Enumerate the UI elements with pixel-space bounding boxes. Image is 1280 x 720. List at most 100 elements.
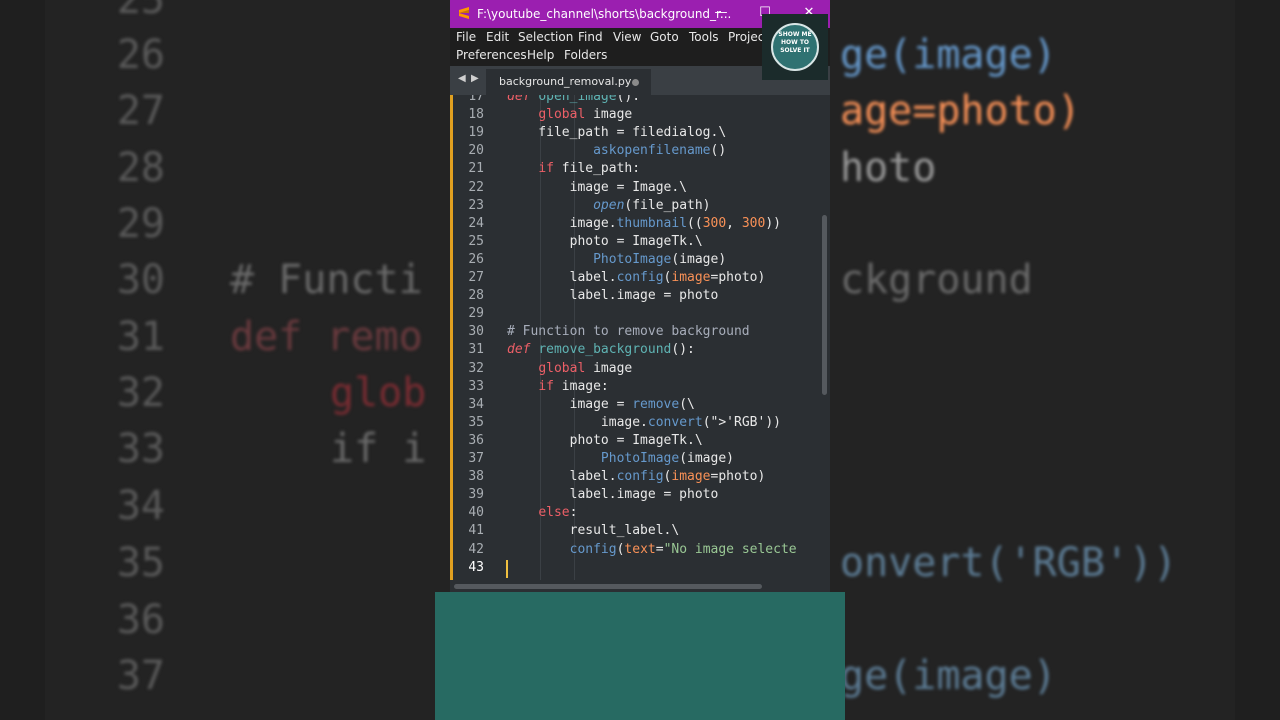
menu-find[interactable]: Find	[578, 30, 603, 44]
code-line[interactable]: 18 global image	[450, 106, 822, 124]
code-text: def open_image():	[507, 95, 641, 104]
bg-line-number: 32	[116, 370, 165, 416]
bg-code-fragment: ge(image)	[840, 32, 1057, 78]
tab-scroll-left-icon[interactable]: ◀	[458, 73, 466, 84]
code-text: if image:	[538, 378, 609, 394]
code-line[interactable]: 28 label.image = photo	[450, 287, 822, 305]
code-line[interactable]: 26 PhotoImage(image)	[450, 251, 822, 269]
code-line[interactable]: 36 photo = ImageTk.\	[450, 432, 822, 450]
bg-code-fragment: def remo	[230, 314, 423, 360]
code-line[interactable]: 25 photo = ImageTk.\	[450, 233, 822, 251]
bg-code-fragment: # Functi	[230, 257, 423, 303]
vertical-scrollbar[interactable]	[822, 215, 827, 395]
menu-preferences[interactable]: Preferences	[456, 48, 527, 62]
bg-line-number: 36	[116, 597, 165, 643]
sublime-window: F:\youtube_channel\shorts\background_r..…	[450, 0, 830, 592]
code-text: image.convert(">'RGB'))	[507, 414, 781, 430]
menu-file[interactable]: File	[456, 30, 476, 44]
line-number: 24	[468, 215, 484, 231]
code-line[interactable]: 30 # Function to remove background	[450, 323, 822, 341]
line-number: 17	[468, 95, 484, 104]
code-line[interactable]: 19 file_path = filedialog.\	[450, 124, 822, 142]
bg-code-fragment: ckground	[840, 257, 1033, 303]
code-line[interactable]: 23 open(file_path)	[450, 197, 822, 215]
code-text: open(file_path)	[593, 197, 711, 213]
code-line[interactable]: 17 def open_image():	[450, 95, 822, 106]
bg-line-number: 27	[116, 88, 165, 134]
menu-help[interactable]: Help	[527, 48, 554, 62]
tab-scroll-right-icon[interactable]: ▶	[471, 73, 479, 84]
menu-view[interactable]: View	[613, 30, 641, 44]
bg-line-number: 28	[116, 145, 165, 191]
code-line[interactable]: 27 label.config(image=photo)	[450, 269, 822, 287]
code-line[interactable]: 34 image = remove(\	[450, 396, 822, 414]
code-text: def remove_background():	[507, 342, 695, 358]
bg-line-number: 30	[116, 257, 165, 303]
code-line[interactable]: 41 result_label.\	[450, 522, 822, 540]
line-number: 36	[468, 432, 484, 448]
code-text: global image	[538, 360, 633, 376]
code-line[interactable]: 29	[450, 305, 822, 323]
code-line[interactable]: 22 image = Image.\	[450, 179, 822, 197]
code-text: label.config(image=photo)	[507, 270, 766, 285]
menu-goto[interactable]: Goto	[650, 30, 679, 44]
code-line[interactable]: 31 def remove_background():	[450, 341, 822, 359]
menu-tools[interactable]: Tools	[689, 30, 719, 44]
horizontal-scroll-thumb[interactable]	[454, 584, 762, 589]
line-number: 41	[468, 523, 484, 539]
code-text: label.image = photo	[507, 288, 719, 304]
line-number: 30	[468, 324, 484, 340]
line-number: 42	[468, 541, 484, 557]
line-number: 38	[468, 469, 484, 485]
code-text: else:	[538, 505, 578, 521]
code-line[interactable]: 20 askopenfilename()	[450, 142, 822, 160]
bg-line-number: 29	[116, 201, 165, 247]
code-line[interactable]: 21 if file_path:	[450, 160, 822, 178]
code-line[interactable]: 24 image.thumbnail((300, 300))	[450, 215, 822, 233]
bg-line-number: 33	[116, 426, 165, 472]
code-text: config(text="No image selecte	[569, 541, 797, 557]
line-number: 22	[468, 179, 484, 195]
line-number: 31	[468, 342, 484, 358]
code-line[interactable]: 32 global image	[450, 360, 822, 378]
channel-logo-badge: SHOW ME HOW TO SOLVE IT	[762, 14, 828, 80]
code-text: result_label.\	[507, 523, 680, 539]
line-number: 37	[468, 451, 484, 466]
bg-line-number: 25	[116, 0, 165, 23]
sublime-text-icon	[459, 7, 469, 19]
line-number: 20	[468, 143, 484, 159]
code-text: image = Image.\	[507, 179, 688, 195]
bg-code-fragment: hoto	[840, 145, 937, 191]
line-number: 23	[468, 197, 484, 213]
code-text: PhotoImage(image)	[600, 451, 734, 466]
line-number: 32	[468, 360, 484, 376]
code-editor[interactable]: 17 def open_image(): 18 global image 19 fil…	[450, 95, 830, 580]
code-line[interactable]: 33 if image:	[450, 378, 822, 396]
menu-edit[interactable]: Edit	[486, 30, 509, 44]
code-text: askopenfilename()	[593, 143, 727, 159]
code-text: label.image = photo	[507, 487, 719, 503]
code-line[interactable]: 39 label.image = photo	[450, 486, 822, 504]
code-text: image = remove(\	[507, 396, 695, 412]
unsaved-dot-icon[interactable]	[632, 79, 639, 86]
code-text: image.thumbnail((300, 300))	[507, 215, 781, 231]
code-line[interactable]: 37 PhotoImage(image)	[450, 450, 822, 468]
code-line[interactable]: 42 config(text="No image selecte	[450, 541, 822, 559]
line-number: 33	[468, 378, 484, 394]
bg-line-number: 37	[116, 653, 165, 699]
bg-code-fragment: glob	[330, 370, 427, 416]
code-text: # Function to remove background	[507, 324, 750, 340]
bg-line-number: 35	[116, 540, 165, 586]
tab-background-removal[interactable]: background_removal.py	[486, 69, 651, 95]
code-line[interactable]: 35 image.convert(">'RGB'))	[450, 414, 822, 432]
line-number: 39	[468, 487, 484, 503]
code-line[interactable]: 40 else:	[450, 504, 822, 522]
code-text: photo = ImageTk.\	[507, 432, 703, 448]
menu-selection[interactable]: Selection	[518, 30, 573, 44]
menu-folders[interactable]: Folders	[564, 48, 607, 62]
minimize-button[interactable]: —	[710, 3, 732, 23]
line-number: 19	[468, 125, 484, 141]
code-line[interactable]: 38 label.config(image=photo)	[450, 468, 822, 486]
horizontal-scrollbar[interactable]	[450, 580, 830, 592]
line-number: 34	[468, 396, 484, 412]
